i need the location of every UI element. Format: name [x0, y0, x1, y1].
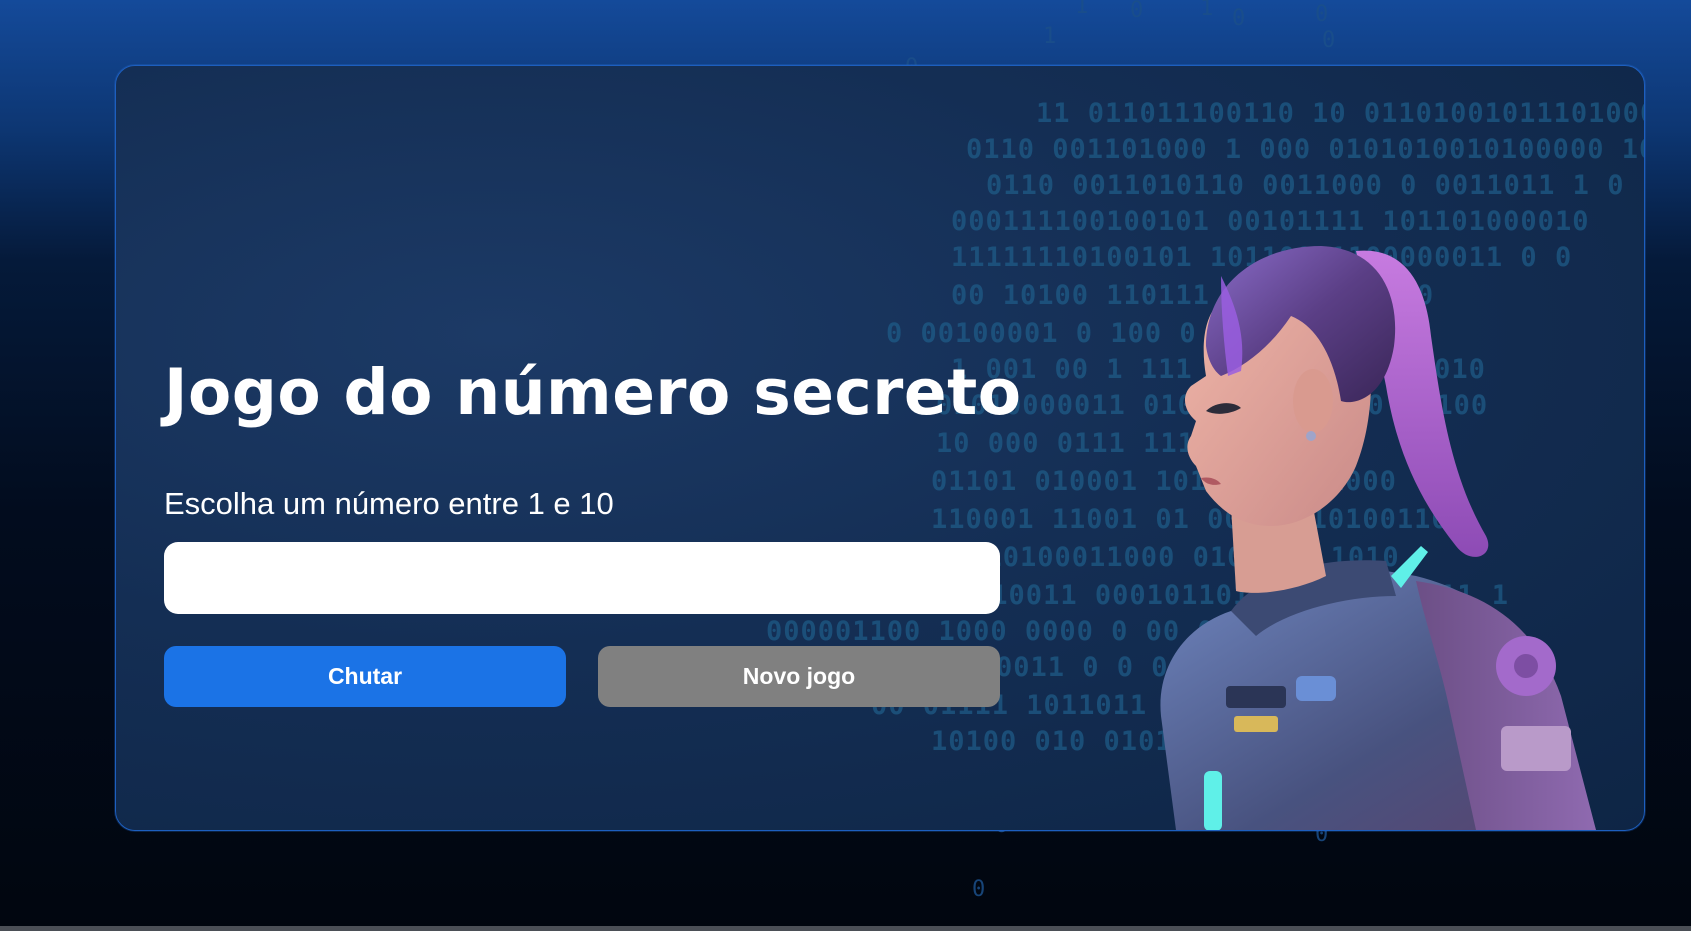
new-game-button[interactable]: Novo jogo [598, 646, 1000, 707]
game-card: 11 011011100110 10 0110100101110100001 0… [115, 65, 1645, 831]
guess-number-input[interactable] [164, 542, 1000, 614]
guess-button[interactable]: Chutar [164, 646, 566, 707]
page-title: Jogo do número secreto [164, 356, 1022, 429]
guess-prompt-label: Escolha um número entre 1 e 10 [164, 486, 614, 521]
girl-in-space-suit-illustration [1160, 246, 1596, 830]
bottom-edge-bar [0, 926, 1691, 931]
